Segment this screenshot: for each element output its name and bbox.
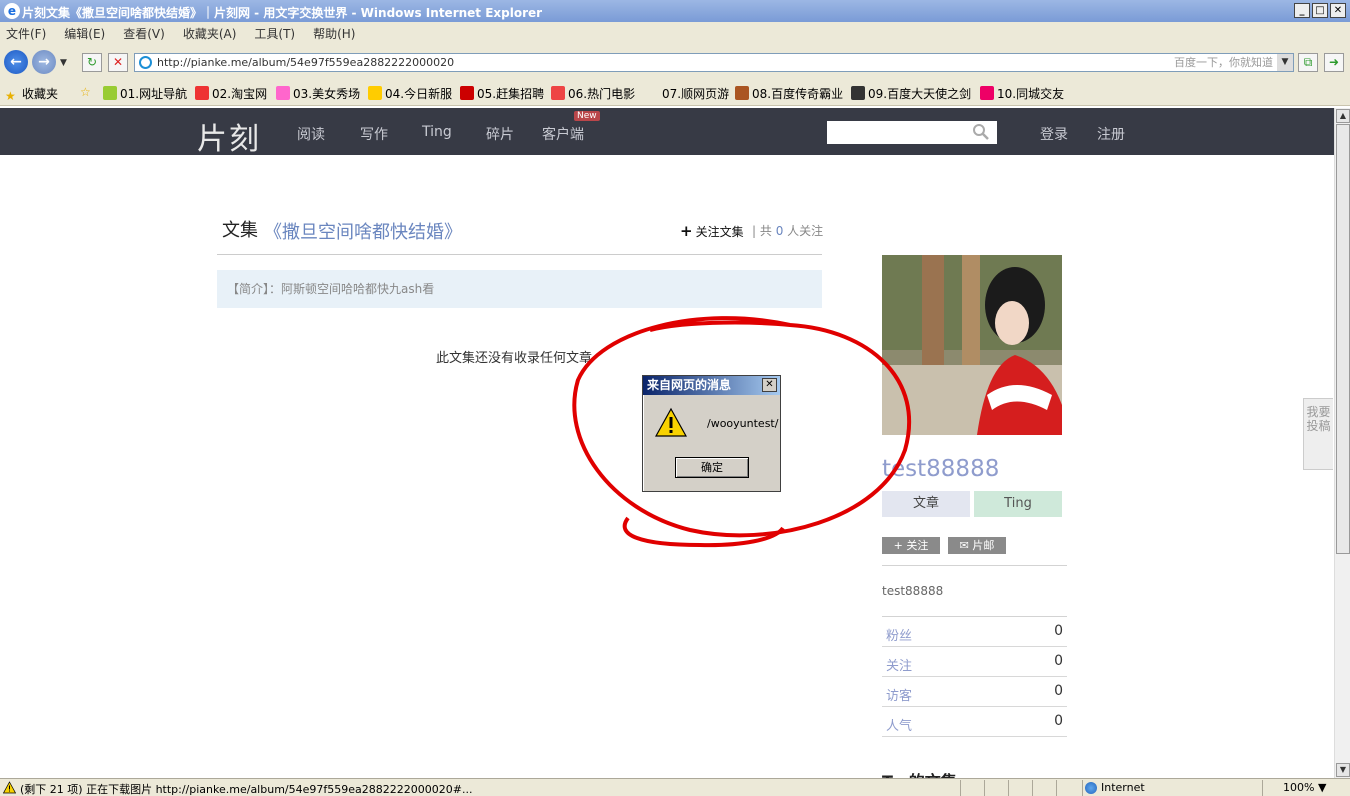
status-text: (剩下 21 项) 正在下载图片 http://pianke.me/album/… xyxy=(20,783,473,796)
alert-dialog: 来自网页的消息 ✕ /wooyuntest/ 确定 xyxy=(642,375,781,492)
menu-edit[interactable]: 编辑(E) xyxy=(64,25,105,42)
fav-item-3[interactable]: 03.美女秀场 xyxy=(276,85,360,102)
menu-tools[interactable]: 工具(T) xyxy=(254,25,295,42)
stat-value: 0 xyxy=(1054,623,1063,639)
fav-item-9[interactable]: 09.百度大天使之剑 xyxy=(851,85,971,102)
plus-icon: + xyxy=(680,222,693,240)
window-controls: _ □ ✕ xyxy=(1294,3,1346,18)
globe-icon xyxy=(1085,782,1097,794)
stat-label: 关注 xyxy=(886,659,913,674)
menu-help[interactable]: 帮助(H) xyxy=(313,25,355,42)
stat-value: 0 xyxy=(1054,683,1063,699)
stat-following[interactable]: 关注 0 xyxy=(882,647,1067,677)
menu-bar: 文件(F) 编辑(E) 查看(V) 收藏夹(A) 工具(T) 帮助(H) xyxy=(0,22,1350,44)
zoom-level[interactable]: 100% ▼ xyxy=(1262,780,1326,796)
search-hint: 百度一下，你就知道 xyxy=(1174,56,1273,69)
mail-button[interactable]: ✉ 片邮 xyxy=(948,537,1006,554)
stat-value: 0 xyxy=(1054,653,1063,669)
dialog-title: 来自网页的消息 xyxy=(643,376,780,395)
page-icon xyxy=(139,56,152,69)
history-dropdown-icon[interactable]: ▼ xyxy=(60,58,67,68)
dialog-ok-button[interactable]: 确定 xyxy=(675,457,749,478)
tab-ting[interactable]: Ting xyxy=(974,491,1062,517)
stat-label: 人气 xyxy=(886,719,913,734)
url-text: http://pianke.me/album/54e97f559ea288222… xyxy=(157,56,455,69)
add-favorite-icon[interactable]: ☆ xyxy=(80,85,91,99)
submit-article-tab[interactable]: 我要投稿 xyxy=(1303,398,1333,470)
back-button[interactable]: ← xyxy=(4,50,28,74)
compat-view-button[interactable]: ⧉ xyxy=(1298,53,1318,72)
stat-popularity[interactable]: 人气 0 xyxy=(882,707,1067,737)
url-input[interactable]: http://pianke.me/album/54e97f559ea288222… xyxy=(134,53,1294,72)
login-link[interactable]: 登录 xyxy=(1040,124,1068,144)
dialog-close-icon[interactable]: ✕ xyxy=(762,378,777,392)
nav-fragments[interactable]: 碎片 xyxy=(486,124,514,144)
maximize-icon[interactable]: □ xyxy=(1312,3,1328,18)
site-logo[interactable]: 片刻 xyxy=(197,114,261,158)
follower-count: | 共 0 人关注 xyxy=(752,224,824,238)
fav-item-2[interactable]: 02.淘宝网 xyxy=(195,85,267,102)
stat-value: 0 xyxy=(1054,713,1063,729)
window-titlebar: e 片刻文集《撒旦空间啥都快结婚》｜片刻网 - 用文字交换世界 - Window… xyxy=(0,0,1350,22)
forward-button[interactable]: → xyxy=(32,50,56,74)
menu-view[interactable]: 查看(V) xyxy=(123,25,165,42)
nav-read[interactable]: 阅读 xyxy=(297,124,325,144)
dialog-message: /wooyuntest/ xyxy=(707,417,779,430)
search-icon[interactable] xyxy=(972,123,990,141)
user-description: test88888 xyxy=(882,584,944,598)
nav-client[interactable]: 客户端 xyxy=(542,124,584,144)
stat-label: 粉丝 xyxy=(886,629,913,644)
fav-item-8[interactable]: 08.百度传奇霸业 xyxy=(735,85,843,102)
nav-ting[interactable]: Ting xyxy=(422,124,452,140)
new-badge: New xyxy=(574,111,600,121)
album-title: 《撒旦空间啥都快结婚》 xyxy=(264,222,462,243)
fav-item-5[interactable]: 05.赶集招聘 xyxy=(460,85,544,102)
warning-icon xyxy=(655,407,687,437)
window-title: 片刻文集《撒旦空间啥都快结婚》｜片刻网 - 用文字交换世界 - Windows … xyxy=(22,6,543,20)
empty-message: 此文集还没有收录任何文章 xyxy=(436,351,593,366)
username[interactable]: test88888 xyxy=(882,456,999,482)
scroll-down-icon[interactable]: ▼ xyxy=(1336,763,1350,777)
fav-item-4[interactable]: 04.今日新服 xyxy=(368,85,452,102)
site-header: 片刻 阅读 写作 Ting 碎片 客户端 New 登录 注册 xyxy=(0,108,1334,158)
fav-item-10[interactable]: 10.同城交友 xyxy=(980,85,1064,102)
follow-user-button[interactable]: + 关注 xyxy=(882,537,940,554)
ie-logo-icon: e xyxy=(4,3,20,19)
register-link[interactable]: 注册 xyxy=(1097,124,1125,144)
nav-write[interactable]: 写作 xyxy=(360,124,388,144)
follow-album-button[interactable]: + 关注文集 xyxy=(680,222,744,240)
stat-visitors[interactable]: 访客 0 xyxy=(882,677,1067,707)
fav-item-1[interactable]: 01.网址导航 xyxy=(103,85,187,102)
scroll-thumb[interactable] xyxy=(1336,124,1350,554)
go-button[interactable]: ➜ xyxy=(1324,53,1344,72)
security-zone[interactable]: Internet xyxy=(1082,780,1216,796)
url-dropdown-icon[interactable]: ▼ xyxy=(1277,54,1293,71)
stat-label: 访客 xyxy=(886,689,913,704)
status-bar: (剩下 21 项) 正在下载图片 http://pianke.me/album/… xyxy=(0,778,1350,796)
minimize-icon[interactable]: _ xyxy=(1294,3,1310,18)
fav-item-6[interactable]: 06.热门电影 xyxy=(551,85,635,102)
refresh-button[interactable]: ↻ xyxy=(82,53,102,72)
menu-file[interactable]: 文件(F) xyxy=(6,25,46,42)
divider xyxy=(882,565,1067,566)
tab-articles[interactable]: 文章 xyxy=(882,491,970,517)
address-bar: ← → ▼ ↻ ✕ http://pianke.me/album/54e97f5… xyxy=(0,44,1350,80)
status-warning-icon xyxy=(3,781,16,794)
album-label: 文集 xyxy=(222,220,258,241)
stat-fans[interactable]: 粉丝 0 xyxy=(882,617,1067,647)
page-scrollbar[interactable]: ▲ ▼ xyxy=(1334,108,1350,778)
favorites-bar: ★ 收藏夹 ☆ 01.网址导航 02.淘宝网 03.美女秀场 04.今日新服 05… xyxy=(0,80,1350,106)
stop-button[interactable]: ✕ xyxy=(108,53,128,72)
close-window-icon[interactable]: ✕ xyxy=(1330,3,1346,18)
scroll-up-icon[interactable]: ▲ xyxy=(1336,109,1350,123)
menu-favorites[interactable]: 收藏夹(A) xyxy=(183,25,237,42)
fav-item-7[interactable]: 07.顺网页游 xyxy=(645,85,729,102)
avatar[interactable] xyxy=(882,255,1062,435)
favorites-button[interactable]: ★ 收藏夹 xyxy=(5,85,58,103)
star-icon: ★ xyxy=(5,89,16,103)
album-intro: 【简介】：阿斯顿空间哈哈都快九ash看 xyxy=(217,270,822,308)
title-divider xyxy=(217,254,822,255)
